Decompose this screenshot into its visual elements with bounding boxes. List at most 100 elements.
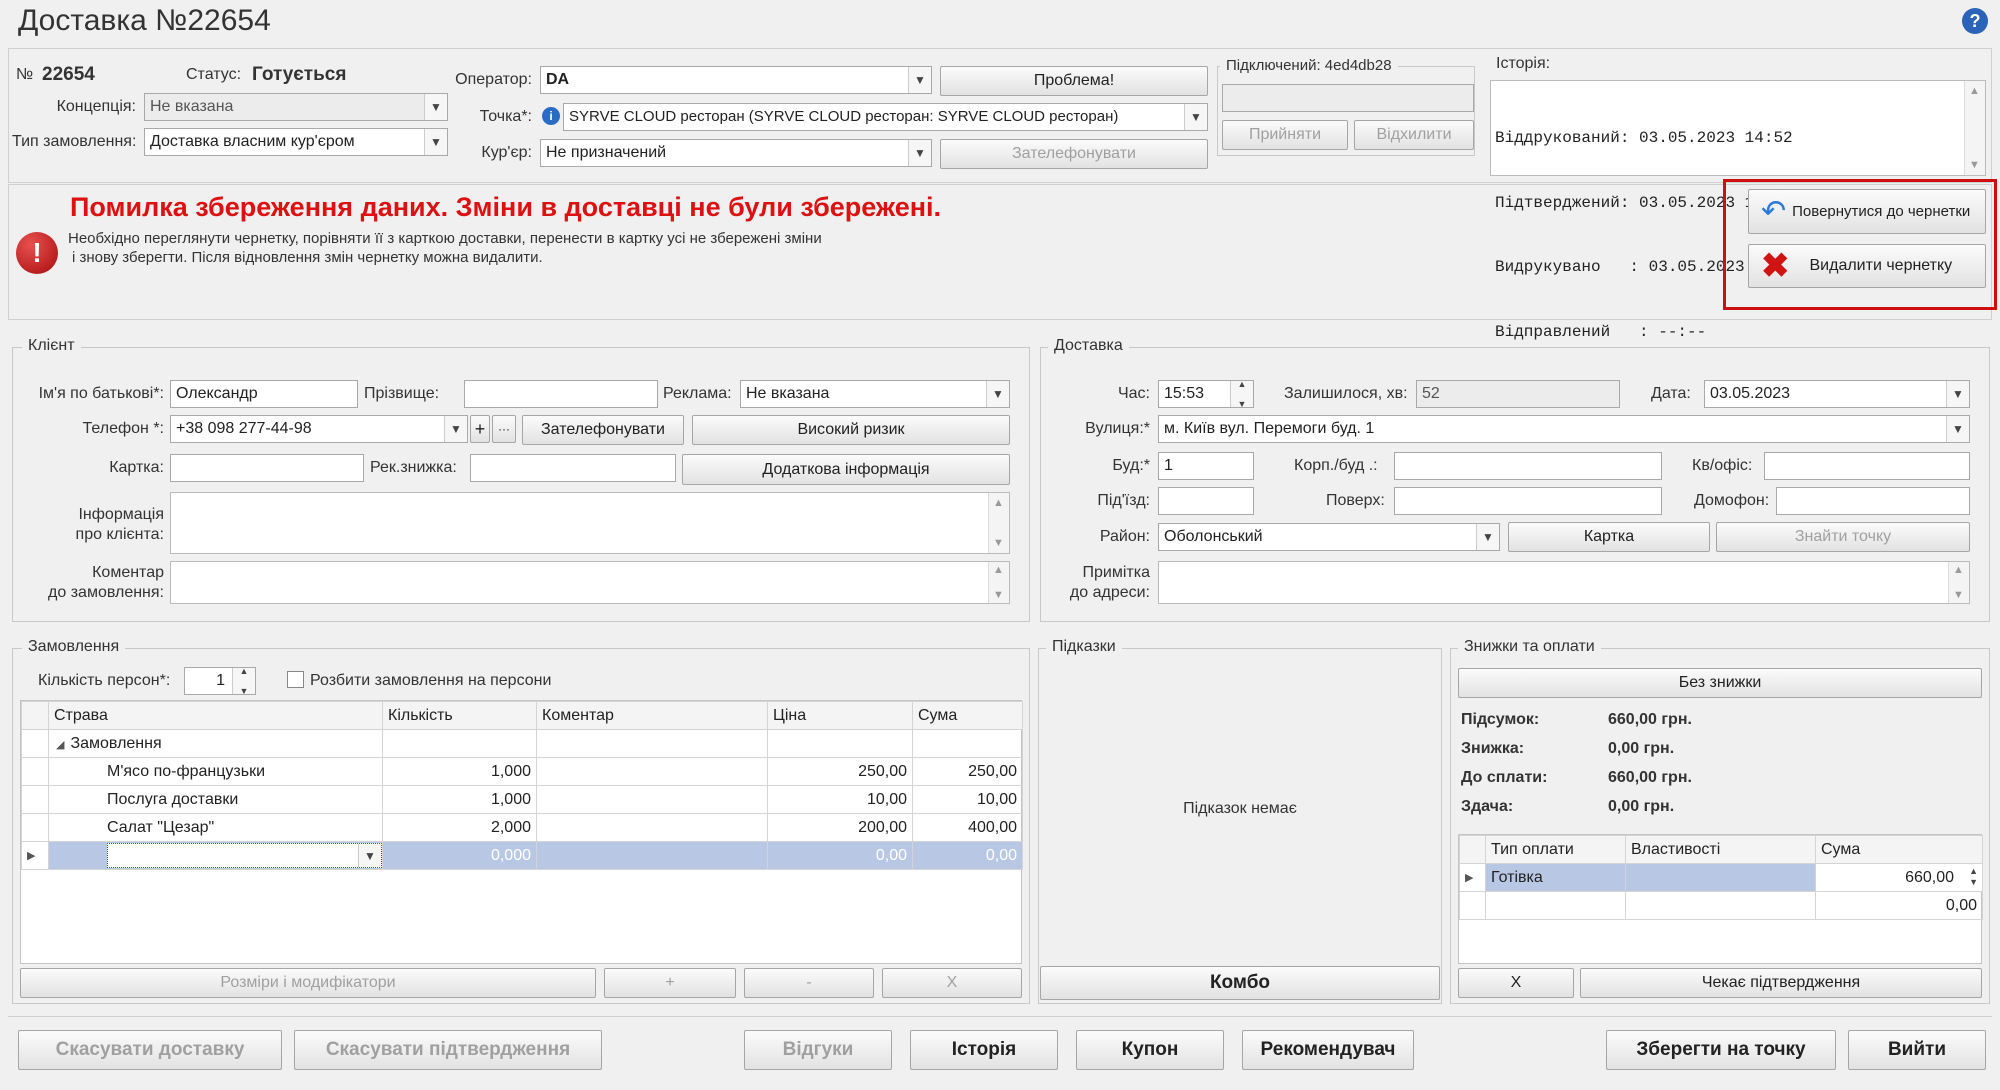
order-type-select[interactable]: Доставка власним кур'єром ▼ [144, 128, 448, 156]
undo-arrow-icon: ↶ [1761, 195, 1787, 228]
topay-label: До сплати: [1461, 769, 1548, 786]
no-discount-button[interactable]: Без знижки [1458, 668, 1982, 698]
row-pointer-icon: ▶ [21, 841, 49, 870]
history-scrollbar[interactable]: ▲ ▼ [1964, 81, 1985, 175]
new-row[interactable]: ▶ ▼ 0,000 0,00 0,00 [21, 841, 1023, 870]
col-sum[interactable]: Сума [912, 701, 1023, 730]
dish-name: Салат "Цезар" [48, 813, 383, 842]
client-info-scrollbar[interactable]: ▲ ▼ [988, 493, 1009, 553]
cancel-delivery-button[interactable]: Скасувати доставку [18, 1030, 282, 1070]
time-input[interactable]: 15:53 ▲ ▼ [1158, 380, 1254, 408]
history-label: Історія: [1496, 55, 1551, 72]
col-pay-sum[interactable]: Сума [1815, 835, 1983, 864]
card-label: Картка: [109, 459, 164, 476]
combo-button[interactable]: Комбо [1040, 966, 1440, 1000]
col-props[interactable]: Властивості [1625, 835, 1816, 864]
intercom-input[interactable] [1776, 487, 1970, 515]
cancel-confirmation-button[interactable]: Скасувати підтвердження [294, 1030, 602, 1070]
dish-sum: 10,00 [912, 785, 1023, 814]
ad-label: Реклама: [663, 385, 732, 402]
date-picker[interactable]: 03.05.2023 ▼ [1704, 380, 1970, 408]
awaiting-confirmation-button[interactable]: Чекає підтвердження [1580, 968, 1982, 998]
info-icon[interactable]: i [542, 107, 560, 125]
exit-button[interactable]: Вийти [1848, 1030, 1986, 1070]
sizes-modifiers-button[interactable]: Розміри і модифікатори [20, 968, 596, 998]
payment-empty-row[interactable]: 0,00 [1459, 891, 1983, 920]
split-checkbox[interactable] [287, 671, 304, 688]
accept-button[interactable]: Прийняти [1222, 120, 1348, 150]
house-input[interactable]: 1 [1158, 452, 1254, 480]
row-pointer-icon: ▶ [1459, 863, 1486, 892]
point-select[interactable]: SYRVE CLOUD ресторан (SYRVE CLOUD рестор… [563, 103, 1208, 131]
order-comment-scrollbar[interactable]: ▲ ▼ [988, 562, 1009, 603]
floor-label: Поверх: [1326, 492, 1385, 509]
plus-button[interactable]: + [604, 968, 736, 998]
phone-select[interactable]: +38 098 277-44-98 ▼ [170, 415, 468, 443]
dish-select[interactable]: ▼ [107, 843, 382, 868]
reviews-button[interactable]: Відгуки [744, 1030, 892, 1070]
courier-label: Кур'єр: [481, 144, 532, 161]
history-textbox[interactable]: Віддрукований: 03.05.2023 14:52 Підтверд… [1490, 80, 1986, 341]
entrance-input[interactable] [1158, 487, 1254, 515]
remove-payment-button[interactable]: X [1458, 968, 1574, 998]
order-comment-textarea[interactable]: ▲ ▼ [170, 561, 1010, 604]
card-input[interactable] [170, 454, 364, 482]
call-client-button[interactable]: Зателефонувати [522, 415, 684, 445]
address-note-textarea[interactable]: ▲ ▼ [1158, 561, 1970, 604]
minus-button[interactable]: - [744, 968, 874, 998]
client-info-textarea[interactable]: ▲ ▼ [170, 492, 1010, 554]
col-pay-type[interactable]: Тип оплати [1485, 835, 1626, 864]
chevron-down-icon: ▼ [444, 416, 467, 442]
table-row[interactable]: Салат "Цезар" 2,000 200,00 400,00 [21, 813, 1023, 842]
map-card-button[interactable]: Картка [1508, 522, 1710, 552]
recommender-button[interactable]: Рекомендувач [1242, 1030, 1414, 1070]
payment-sum[interactable]: 660,00 ▲ ▼ [1815, 863, 1983, 892]
surname-input[interactable] [464, 380, 658, 408]
table-row[interactable]: Послуга доставки 1,000 10,00 10,00 [21, 785, 1023, 814]
payment-row[interactable]: ▶ Готівка 660,00 ▲ ▼ [1459, 863, 1983, 892]
return-to-draft-button[interactable]: ↶ Повернутися до чернетки [1748, 189, 1986, 234]
collapse-icon[interactable]: ◢ [56, 739, 64, 751]
name-input[interactable]: Олександр [170, 380, 358, 408]
problem-button[interactable]: Проблема! [940, 66, 1208, 96]
history-line: Віддрукований: 03.05.2023 14:52 [1495, 129, 1793, 147]
courier-select[interactable]: Не призначений ▼ [540, 139, 932, 167]
chevron-down-icon: ▼ [1184, 104, 1207, 130]
save-to-point-button[interactable]: Зберегти на точку [1606, 1030, 1836, 1070]
phone-more-button[interactable]: ··· [492, 415, 516, 443]
order-group-row[interactable]: ◢ Замовлення [21, 729, 1023, 758]
delete-draft-button[interactable]: ✖ Видалити чернетку [1748, 244, 1986, 288]
address-note-scrollbar[interactable]: ▲ ▼ [1948, 562, 1969, 603]
coupon-button[interactable]: Купон [1076, 1030, 1224, 1070]
ad-select[interactable]: Не вказана ▼ [740, 380, 1010, 408]
col-comment[interactable]: Коментар [536, 701, 768, 730]
spinner-icon[interactable]: ▲ ▼ [1969, 866, 1978, 888]
corp-input[interactable] [1394, 452, 1662, 480]
subtotal-value: 660,00 грн. [1608, 711, 1692, 728]
col-price[interactable]: Ціна [767, 701, 913, 730]
floor-input[interactable] [1394, 487, 1662, 515]
street-select[interactable]: м. Київ вул. Перемоги буд. 1 ▼ [1158, 415, 1970, 443]
call-courier-button[interactable]: Зателефонувати [940, 139, 1208, 169]
apt-input[interactable] [1764, 452, 1970, 480]
history-button[interactable]: Історія [910, 1030, 1058, 1070]
spinner-icon[interactable]: ▲ ▼ [232, 668, 255, 694]
dish-comment [536, 813, 768, 842]
operator-select[interactable]: DA ▼ [540, 66, 932, 94]
reject-button[interactable]: Відхилити [1354, 120, 1474, 150]
discount-input[interactable] [470, 454, 676, 482]
add-phone-button[interactable]: + [470, 415, 490, 443]
remove-button[interactable]: X [882, 968, 1022, 998]
status-value: Готується [252, 64, 347, 85]
high-risk-button[interactable]: Високий ризик [692, 415, 1010, 445]
spinner-icon[interactable]: ▲ ▼ [1230, 381, 1253, 407]
col-dish[interactable]: Страва [48, 701, 383, 730]
extra-info-button[interactable]: Додаткова інформація [682, 454, 1010, 485]
table-row[interactable]: М'ясо по-французьки 1,000 250,00 250,00 [21, 757, 1023, 786]
col-qty[interactable]: Кількість [382, 701, 537, 730]
find-point-button[interactable]: Знайти точку [1716, 522, 1970, 552]
help-icon[interactable]: ? [1962, 8, 1988, 34]
concept-select[interactable]: Не вказана ▼ [144, 93, 448, 121]
persons-input[interactable]: 1 ▲ ▼ [184, 667, 256, 695]
district-select[interactable]: Оболонський ▼ [1158, 523, 1500, 551]
